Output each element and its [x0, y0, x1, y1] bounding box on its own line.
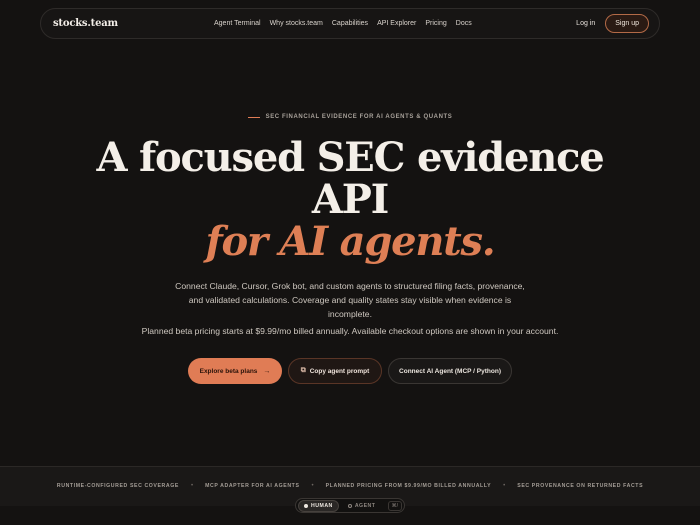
arrow-right-icon: → — [263, 367, 271, 375]
connect-label: Connect AI Agent (MCP / Python) — [399, 367, 501, 375]
explore-beta-plans-button[interactable]: Explore beta plans → — [188, 358, 282, 384]
strip-separator: • — [503, 483, 506, 489]
login-link[interactable]: Log in — [576, 20, 595, 27]
nav-auth: Log in Sign up — [576, 14, 649, 33]
nav-link-api-explorer[interactable]: API Explorer — [377, 20, 416, 27]
hero-pricing-note: Planned beta pricing starts at $9.99/mo … — [141, 326, 559, 336]
top-navbar: stocks.team Agent Terminal Why stocks.te… — [40, 8, 660, 39]
hero-eyebrow: SEC FINANCIAL EVIDENCE FOR AI AGENTS & Q… — [0, 114, 700, 120]
agent-mode-tab[interactable]: AGENT — [343, 501, 381, 511]
copy-agent-prompt-button[interactable]: ⧉ Copy agent prompt — [288, 358, 382, 384]
nav-link-agent-terminal[interactable]: Agent Terminal — [214, 20, 261, 27]
strip-item: PLANNED PRICING FROM $9.99/MO BILLED ANN… — [325, 483, 492, 489]
hero-title-accent: for AI agents. — [205, 218, 495, 265]
strip-item: MCP ADAPTER FOR AI AGENTS — [205, 483, 300, 489]
strip-item: RUNTIME-CONFIGURED SEC COVERAGE — [56, 483, 179, 489]
human-mode-label: HUMAN — [311, 502, 333, 509]
explore-label: Explore beta plans — [199, 367, 258, 375]
copy-label: Copy agent prompt — [309, 367, 370, 375]
strip-item: SEC PROVENANCE ON RETURNED FACTS — [517, 483, 644, 489]
hero-title-line1: A focused SEC evidence — [96, 134, 604, 181]
mode-toggle: HUMAN AGENT ⌘/ — [295, 498, 405, 513]
nav-link-why[interactable]: Why stocks.team — [270, 20, 323, 27]
hero-actions: Explore beta plans → ⧉ Copy agent prompt… — [0, 358, 700, 384]
nav-link-pricing[interactable]: Pricing — [425, 20, 446, 27]
agent-mode-label: AGENT — [354, 502, 376, 509]
connect-ai-agent-button[interactable]: Connect AI Agent (MCP / Python) — [388, 358, 512, 384]
nav-link-docs[interactable]: Docs — [456, 20, 472, 27]
human-mode-tab[interactable]: HUMAN — [298, 499, 339, 512]
radio-dot-icon — [304, 503, 308, 508]
nav-links: Agent Terminal Why stocks.team Capabilit… — [214, 9, 472, 38]
radio-dot-icon — [347, 503, 352, 508]
nav-link-capabilities[interactable]: Capabilities — [332, 20, 368, 27]
strip-separator: • — [311, 483, 314, 489]
strip-separator: • — [190, 483, 194, 489]
eyebrow-text: SEC FINANCIAL EVIDENCE FOR AI AGENTS & Q… — [265, 114, 453, 120]
hero-title-line2: API — [311, 176, 389, 223]
copy-icon: ⧉ — [300, 367, 306, 374]
eyebrow-line — [247, 116, 260, 118]
keyboard-shortcut-hint: ⌘/ — [387, 500, 402, 511]
site-logo[interactable]: stocks.team — [53, 18, 118, 29]
hero-subtitle: Connect Claude, Cursor, Grok bot, and cu… — [175, 281, 525, 319]
signup-button[interactable]: Sign up — [605, 14, 649, 33]
